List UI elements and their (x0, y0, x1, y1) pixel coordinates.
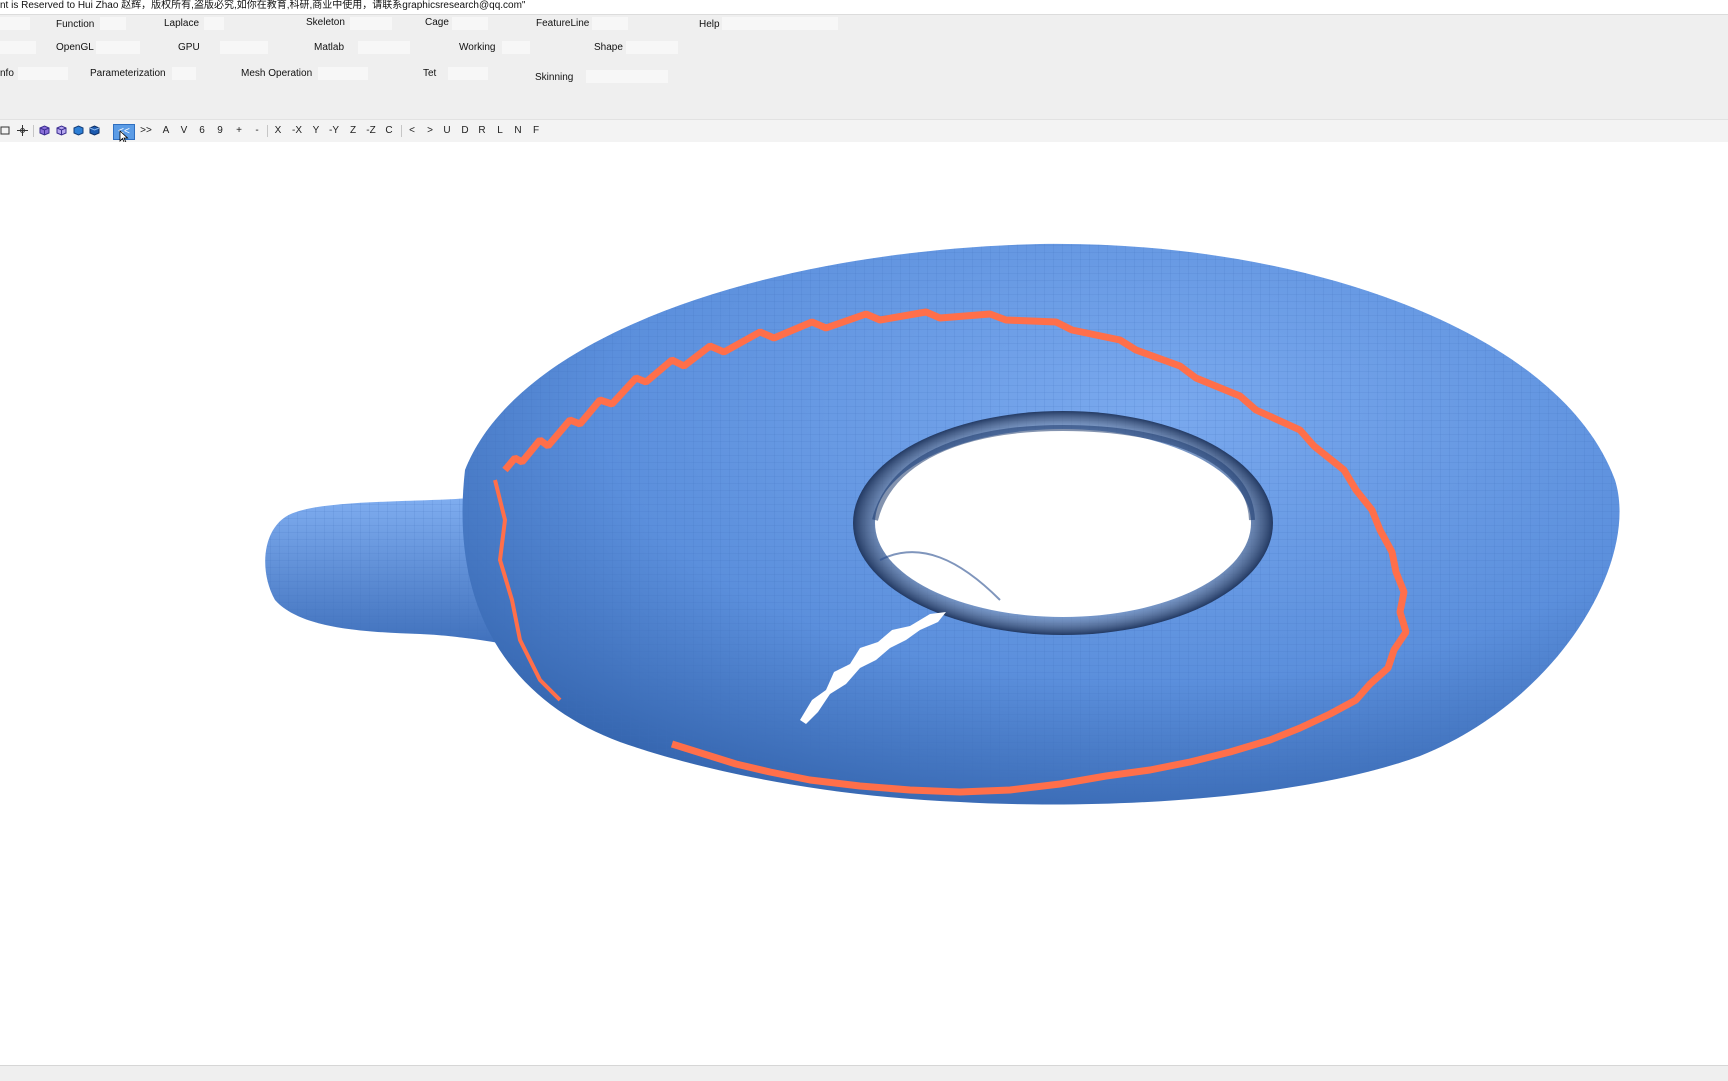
menu-placeholder (204, 17, 224, 30)
menu-skeleton[interactable]: Skeleton (306, 16, 345, 30)
toolbar-separator (267, 125, 268, 137)
menu-placeholder (592, 17, 628, 30)
toolbar-separator (401, 125, 402, 137)
menu-placeholder (0, 41, 36, 54)
toolbar-separator (33, 125, 34, 137)
shaded-cube-icon[interactable] (39, 125, 50, 136)
toolbar: << >> A V 6 9 + - X -X Y -Y Z -Z C < > U… (0, 119, 1728, 144)
menu-placeholder (502, 41, 530, 54)
flat-cube-icon[interactable] (89, 125, 100, 136)
menu-info[interactable]: nfo (0, 67, 14, 81)
axis-z-button[interactable]: Z (348, 124, 358, 138)
menu-placeholder (172, 67, 196, 80)
menu-panel: Function Laplace Skeleton Cage FeatureLi… (0, 14, 1728, 119)
menu-help[interactable]: Help (699, 18, 720, 32)
axis-x-button[interactable]: X (273, 124, 283, 138)
nav-f-button[interactable]: F (531, 124, 541, 138)
menu-featureline[interactable]: FeatureLine (536, 17, 589, 31)
menu-skinning[interactable]: Skinning (535, 71, 573, 85)
axis-y-button[interactable]: Y (311, 124, 321, 138)
wire-cube-icon[interactable] (56, 125, 67, 136)
menu-mesh-operation[interactable]: Mesh Operation (241, 67, 312, 81)
axis-neg-x-button[interactable]: -X (290, 124, 304, 138)
menu-placeholder (448, 67, 488, 80)
menu-laplace[interactable]: Laplace (164, 17, 199, 31)
3d-viewport[interactable] (0, 142, 1728, 1065)
menu-matlab[interactable]: Matlab (314, 41, 344, 55)
nav-n-button[interactable]: N (513, 124, 523, 138)
view-button-v[interactable]: V (179, 124, 189, 138)
menu-placeholder (586, 70, 668, 83)
mesh-torus (462, 243, 1620, 805)
menu-opengl[interactable]: OpenGL (56, 41, 94, 55)
menu-working[interactable]: Working (459, 41, 496, 55)
menu-shape[interactable]: Shape (594, 41, 623, 55)
nav-left-button[interactable]: L (495, 124, 505, 138)
menu-placeholder (318, 67, 368, 80)
select-rect-icon[interactable] (0, 125, 11, 136)
view-button-9[interactable]: 9 (215, 124, 225, 138)
center-view-button[interactable]: C (384, 124, 394, 138)
move-icon[interactable] (17, 125, 28, 136)
status-bar (0, 1065, 1728, 1081)
axis-neg-z-button[interactable]: -Z (364, 124, 378, 138)
menu-placeholder (722, 17, 838, 30)
window-title: nt is Reserved to Hui Zhao 赵辉，版权所有,盗版必究,… (0, 0, 1728, 14)
menu-tet[interactable]: Tet (423, 67, 436, 81)
menu-function[interactable]: Function (56, 18, 94, 32)
menu-placeholder (626, 41, 678, 54)
menu-placeholder (0, 17, 30, 30)
nav-down-button[interactable]: D (460, 124, 470, 138)
view-button-6[interactable]: 6 (197, 124, 207, 138)
solid-cube-icon[interactable] (73, 125, 84, 136)
menu-placeholder (100, 17, 126, 30)
nav-next-button[interactable]: > (425, 124, 435, 138)
next-step-button[interactable]: >> (138, 124, 154, 138)
axis-neg-y-button[interactable]: -Y (327, 124, 341, 138)
menu-parameterization[interactable]: Parameterization (90, 67, 166, 81)
menu-placeholder (96, 41, 140, 54)
menu-placeholder (18, 67, 68, 80)
view-button-a[interactable]: A (161, 124, 171, 138)
mesh-render (265, 243, 1620, 805)
menu-placeholder (358, 41, 410, 54)
menu-placeholder (350, 17, 392, 30)
menu-placeholder (220, 41, 268, 54)
nav-up-button[interactable]: U (442, 124, 452, 138)
menu-cage[interactable]: Cage (425, 16, 449, 30)
nav-right-button[interactable]: R (477, 124, 487, 138)
zoom-in-button[interactable]: + (234, 124, 244, 138)
menu-placeholder (452, 17, 488, 30)
nav-prev-button[interactable]: < (407, 124, 417, 138)
zoom-out-button[interactable]: - (252, 124, 262, 138)
menu-gpu[interactable]: GPU (178, 41, 200, 55)
